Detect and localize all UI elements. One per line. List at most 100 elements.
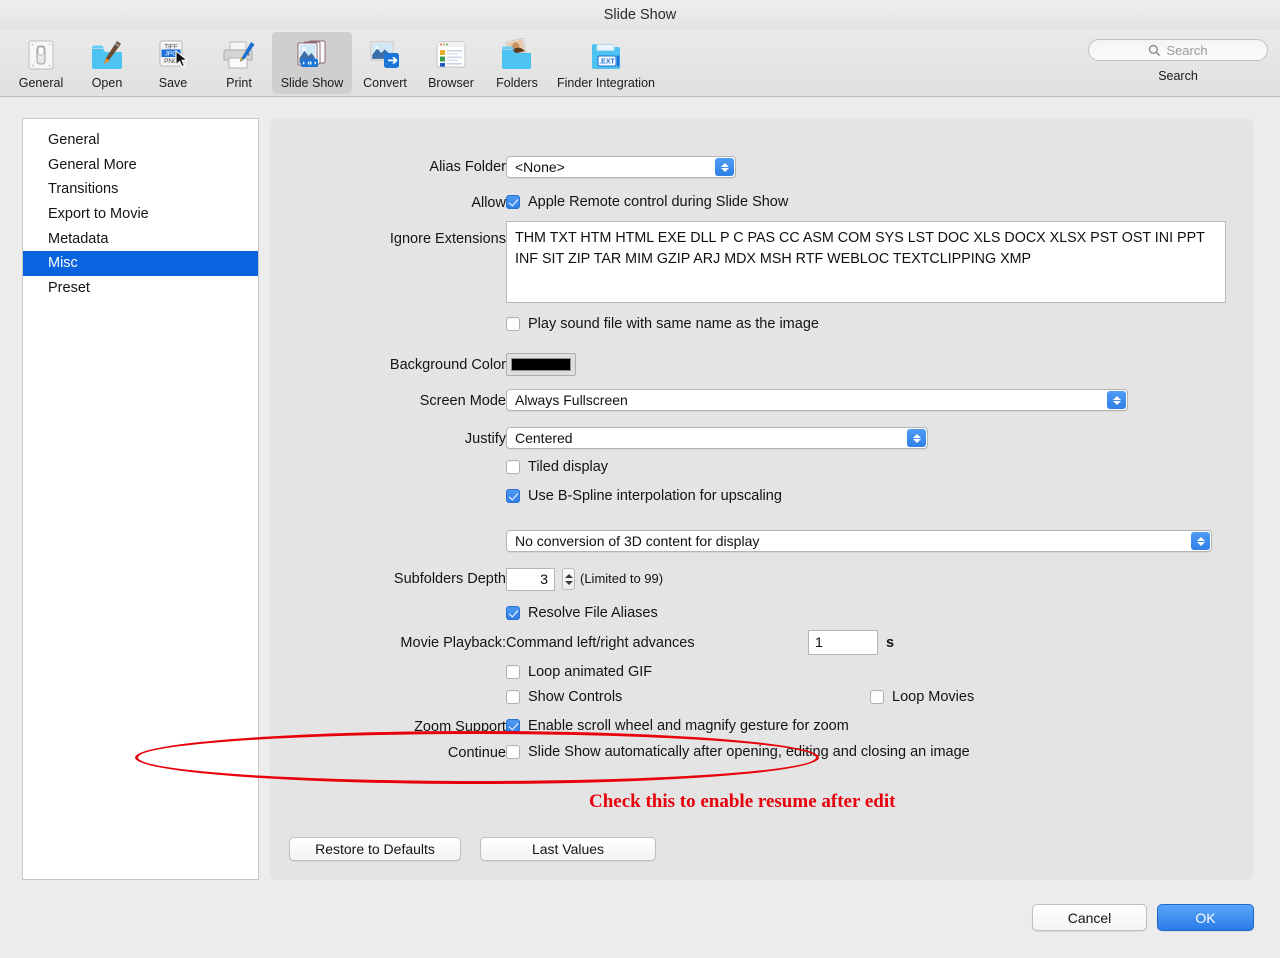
bspline-checkbox-row[interactable]: Use B-Spline interpolation for upscaling [506,488,782,504]
toolbar-item-label: Open [91,76,123,90]
subfolders-depth-hint: (Limited to 99) [580,571,664,586]
show-controls-checkbox-row[interactable]: Show Controls [506,689,622,705]
toolbar-item-open[interactable]: Open [74,32,140,94]
toolbar-item-finder-integration[interactable]: .EXT Finder Integration [550,32,662,94]
loop-gif-checkbox[interactable] [506,665,520,679]
browser-list-icon [433,35,469,75]
tiled-display-checkbox[interactable] [506,460,520,474]
background-color-well[interactable] [506,353,576,376]
movie-seconds-unit-wrap: s [886,635,894,651]
preferences-content: General General More Transitions Export … [0,98,1280,958]
play-sound-label: Play sound file with same name as the im… [528,316,819,332]
save-formats-icon: TIFF JPG PNG [155,35,191,75]
ok-button[interactable]: OK [1157,904,1254,931]
restore-to-defaults-button[interactable]: Restore to Defaults [289,837,461,861]
general-switch-icon [24,35,58,75]
chevron-updown-icon [1191,532,1210,550]
justify-label: Justify: [464,431,510,447]
ignore-extensions-textarea[interactable]: THM TXT HTM HTML EXE DLL P C PAS CC ASM … [506,221,1226,303]
sidebar-item-transitions[interactable]: Transitions [23,177,258,202]
justify-value: Centered [515,430,573,446]
movie-seconds-unit: s [886,635,895,651]
screen-mode-value: Always Fullscreen [515,392,628,408]
bspline-label: Use B-Spline interpolation for upscaling [528,488,782,504]
conversion-3d-popup[interactable]: No conversion of 3D content for display [506,530,1212,552]
sidebar-item-general[interactable]: General [23,128,258,153]
resolve-aliases-checkbox-row[interactable]: Resolve File Aliases [506,605,658,621]
slideshow-icon [293,35,331,75]
screen-mode-label-wrap: Screen Mode: [270,393,510,409]
background-color-label-wrap: Background Color: [270,357,510,373]
ignore-extensions-label-wrap: Ignore Extensions: [270,231,510,247]
sidebar-item-label: General [48,132,100,149]
toolbar-item-convert[interactable]: Convert [352,32,418,94]
subfolders-depth-label: Subfolders Depth: [393,571,510,587]
window-titlebar: Slide Show [0,0,1280,30]
alias-folder-value: <None> [515,159,565,175]
toolbar-item-folders[interactable]: Folders [484,32,550,94]
toolbar-item-label: Print [226,76,252,90]
alias-folder-popup[interactable]: <None> [506,156,736,178]
movie-playback-text: Command left/right advances [506,635,695,651]
toolbar-item-print[interactable]: Print [206,32,272,94]
show-controls-label: Show Controls [528,689,623,705]
loop-movies-label: Loop Movies [892,689,975,705]
subfolders-depth-label-wrap: Subfolders Depth: [270,571,510,587]
play-sound-checkbox[interactable] [506,317,520,331]
movie-playback-text-wrap: Command left/right advances [506,635,695,651]
screen-mode-label: Screen Mode: [419,393,510,409]
play-sound-checkbox-row[interactable]: Play sound file with same name as the im… [506,316,819,332]
sidebar-item-label: General More [48,156,137,173]
search-icon [1149,44,1161,56]
svg-text:.EXT: .EXT [599,59,615,66]
toolbar-item-save[interactable]: TIFF JPG PNG Save [140,32,206,94]
allow-remote-checkbox[interactable] [506,195,520,209]
color-swatch [511,358,571,371]
loop-gif-label: Loop animated GIF [528,664,653,680]
subfolders-depth-input[interactable]: 3 [506,568,555,591]
finder-integration-ext-icon: .EXT [588,35,624,75]
conversion-3d-value: No conversion of 3D content for display [515,533,760,549]
printer-icon [221,35,257,75]
allow-label-wrap: Allow: [270,195,510,211]
sidebar-item-preset[interactable]: Preset [23,276,258,301]
folders-photo-icon [499,35,535,75]
search-input[interactable]: Search [1088,39,1268,61]
allow-remote-label: Apple Remote control during Slide Show [528,194,789,210]
toolbar-item-slide-show[interactable]: Slide Show [272,32,352,94]
loop-movies-checkbox-row[interactable]: Loop Movies [870,689,974,705]
alias-folder-label-wrap: Alias Folder: [270,159,510,175]
sidebar-item-metadata[interactable]: Metadata [23,226,258,251]
tiled-display-checkbox-row[interactable]: Tiled display [506,459,608,475]
sidebar-item-misc[interactable]: Misc [23,250,258,276]
bspline-checkbox[interactable] [506,489,520,503]
resolve-aliases-checkbox[interactable] [506,606,520,620]
sidebar-item-label: Preset [48,279,90,296]
annotation-ellipse [135,731,819,784]
loop-gif-checkbox-row[interactable]: Loop animated GIF [506,664,652,680]
toolbar-item-label: Save [158,76,188,90]
toolbar-search-group: Search Search [1088,39,1268,83]
search-caption: Search [1158,69,1198,83]
toolbar-item-label: Browser [428,76,474,90]
allow-remote-checkbox-row[interactable]: Apple Remote control during Slide Show [506,194,788,210]
open-folder-brush-icon [89,35,125,75]
ignore-extensions-label: Ignore Extensions: [389,231,510,247]
last-values-button[interactable]: Last Values [480,837,656,861]
screen-mode-popup[interactable]: Always Fullscreen [506,389,1128,411]
toolbar-item-label: Convert [363,76,407,90]
show-controls-checkbox[interactable] [506,690,520,704]
movie-seconds-input[interactable]: 1 [808,630,878,655]
cancel-button[interactable]: Cancel [1032,904,1147,931]
toolbar-item-label: Finder Integration [557,76,655,90]
loop-movies-checkbox[interactable] [870,690,884,704]
subfolders-depth-stepper[interactable] [562,568,575,590]
toolbar-item-general[interactable]: General [8,32,74,94]
sidebar-item-export-to-movie[interactable]: Export to Movie [23,202,258,227]
justify-popup[interactable]: Centered [506,427,928,449]
toolbar-item-label: General [18,76,64,90]
subfolders-depth-hint-wrap: (Limited to 99) [580,571,663,586]
toolbar-item-label: Slide Show [280,76,344,90]
toolbar-item-browser[interactable]: Browser [418,32,484,94]
sidebar-item-general-more[interactable]: General More [23,153,258,178]
